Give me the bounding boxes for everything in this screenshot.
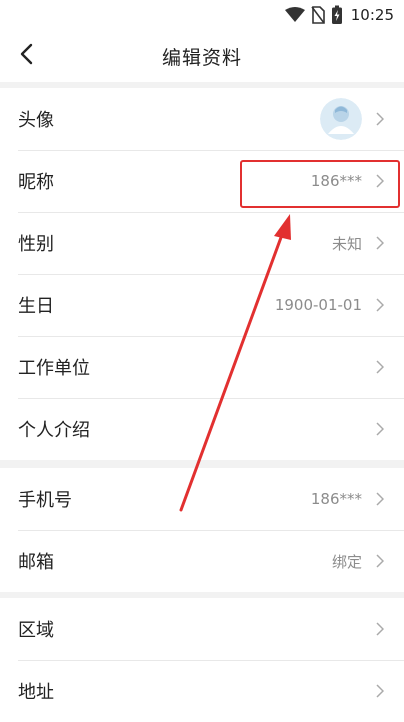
nav-bar: 编辑资料 [0,30,404,82]
row-label: 昵称 [18,172,54,193]
chevron-right-icon [376,622,384,636]
contact-group: 手机号 186*** 邮箱 绑定 [0,468,404,592]
gender-value: 未知 [331,234,362,253]
row-label: 性别 [18,234,54,255]
row-workplace[interactable]: 工作单位 [0,336,404,398]
chevron-left-icon [19,43,33,69]
row-bio[interactable]: 个人介绍 [0,398,404,460]
row-email[interactable]: 邮箱 绑定 [0,530,404,592]
location-group: 区域 地址 [0,598,404,722]
avatar [320,98,362,140]
status-bar: 10:25 [0,0,404,30]
row-phone[interactable]: 手机号 186*** [0,468,404,530]
birthday-value: 1900-01-01 [274,296,362,314]
row-avatar[interactable]: 头像 [0,88,404,150]
back-button[interactable] [10,40,42,72]
no-sim-icon [311,6,325,24]
chevron-right-icon [376,236,384,250]
row-gender[interactable]: 性别 未知 [0,212,404,274]
row-label: 邮箱 [18,552,54,573]
row-nickname[interactable]: 昵称 186*** [0,150,404,212]
chevron-right-icon [376,360,384,374]
page-title: 编辑资料 [161,46,242,69]
row-label: 区域 [18,620,54,641]
row-address[interactable]: 地址 [0,660,404,722]
row-label: 头像 [18,110,54,131]
wifi-icon [284,7,305,23]
chevron-right-icon [376,422,384,436]
row-label: 地址 [18,682,54,703]
chevron-right-icon [376,492,384,506]
email-value: 绑定 [331,552,362,571]
chevron-right-icon [376,554,384,568]
chevron-right-icon [376,112,384,126]
chevron-right-icon [376,684,384,698]
nickname-value: 186*** [310,172,362,190]
row-label: 生日 [18,296,54,317]
profile-group: 头像 昵称 186*** 性别 未知 生日 1900-01-01 工作单位 个人… [0,88,404,460]
row-label: 手机号 [18,490,72,511]
chevron-right-icon [376,298,384,312]
chevron-right-icon [376,174,384,188]
row-region[interactable]: 区域 [0,598,404,660]
row-label: 个人介绍 [18,420,90,441]
status-time: 10:25 [350,6,394,24]
row-birthday[interactable]: 生日 1900-01-01 [0,274,404,336]
battery-charging-icon [331,5,343,25]
row-label: 工作单位 [18,358,90,379]
phone-value: 186*** [310,490,362,508]
